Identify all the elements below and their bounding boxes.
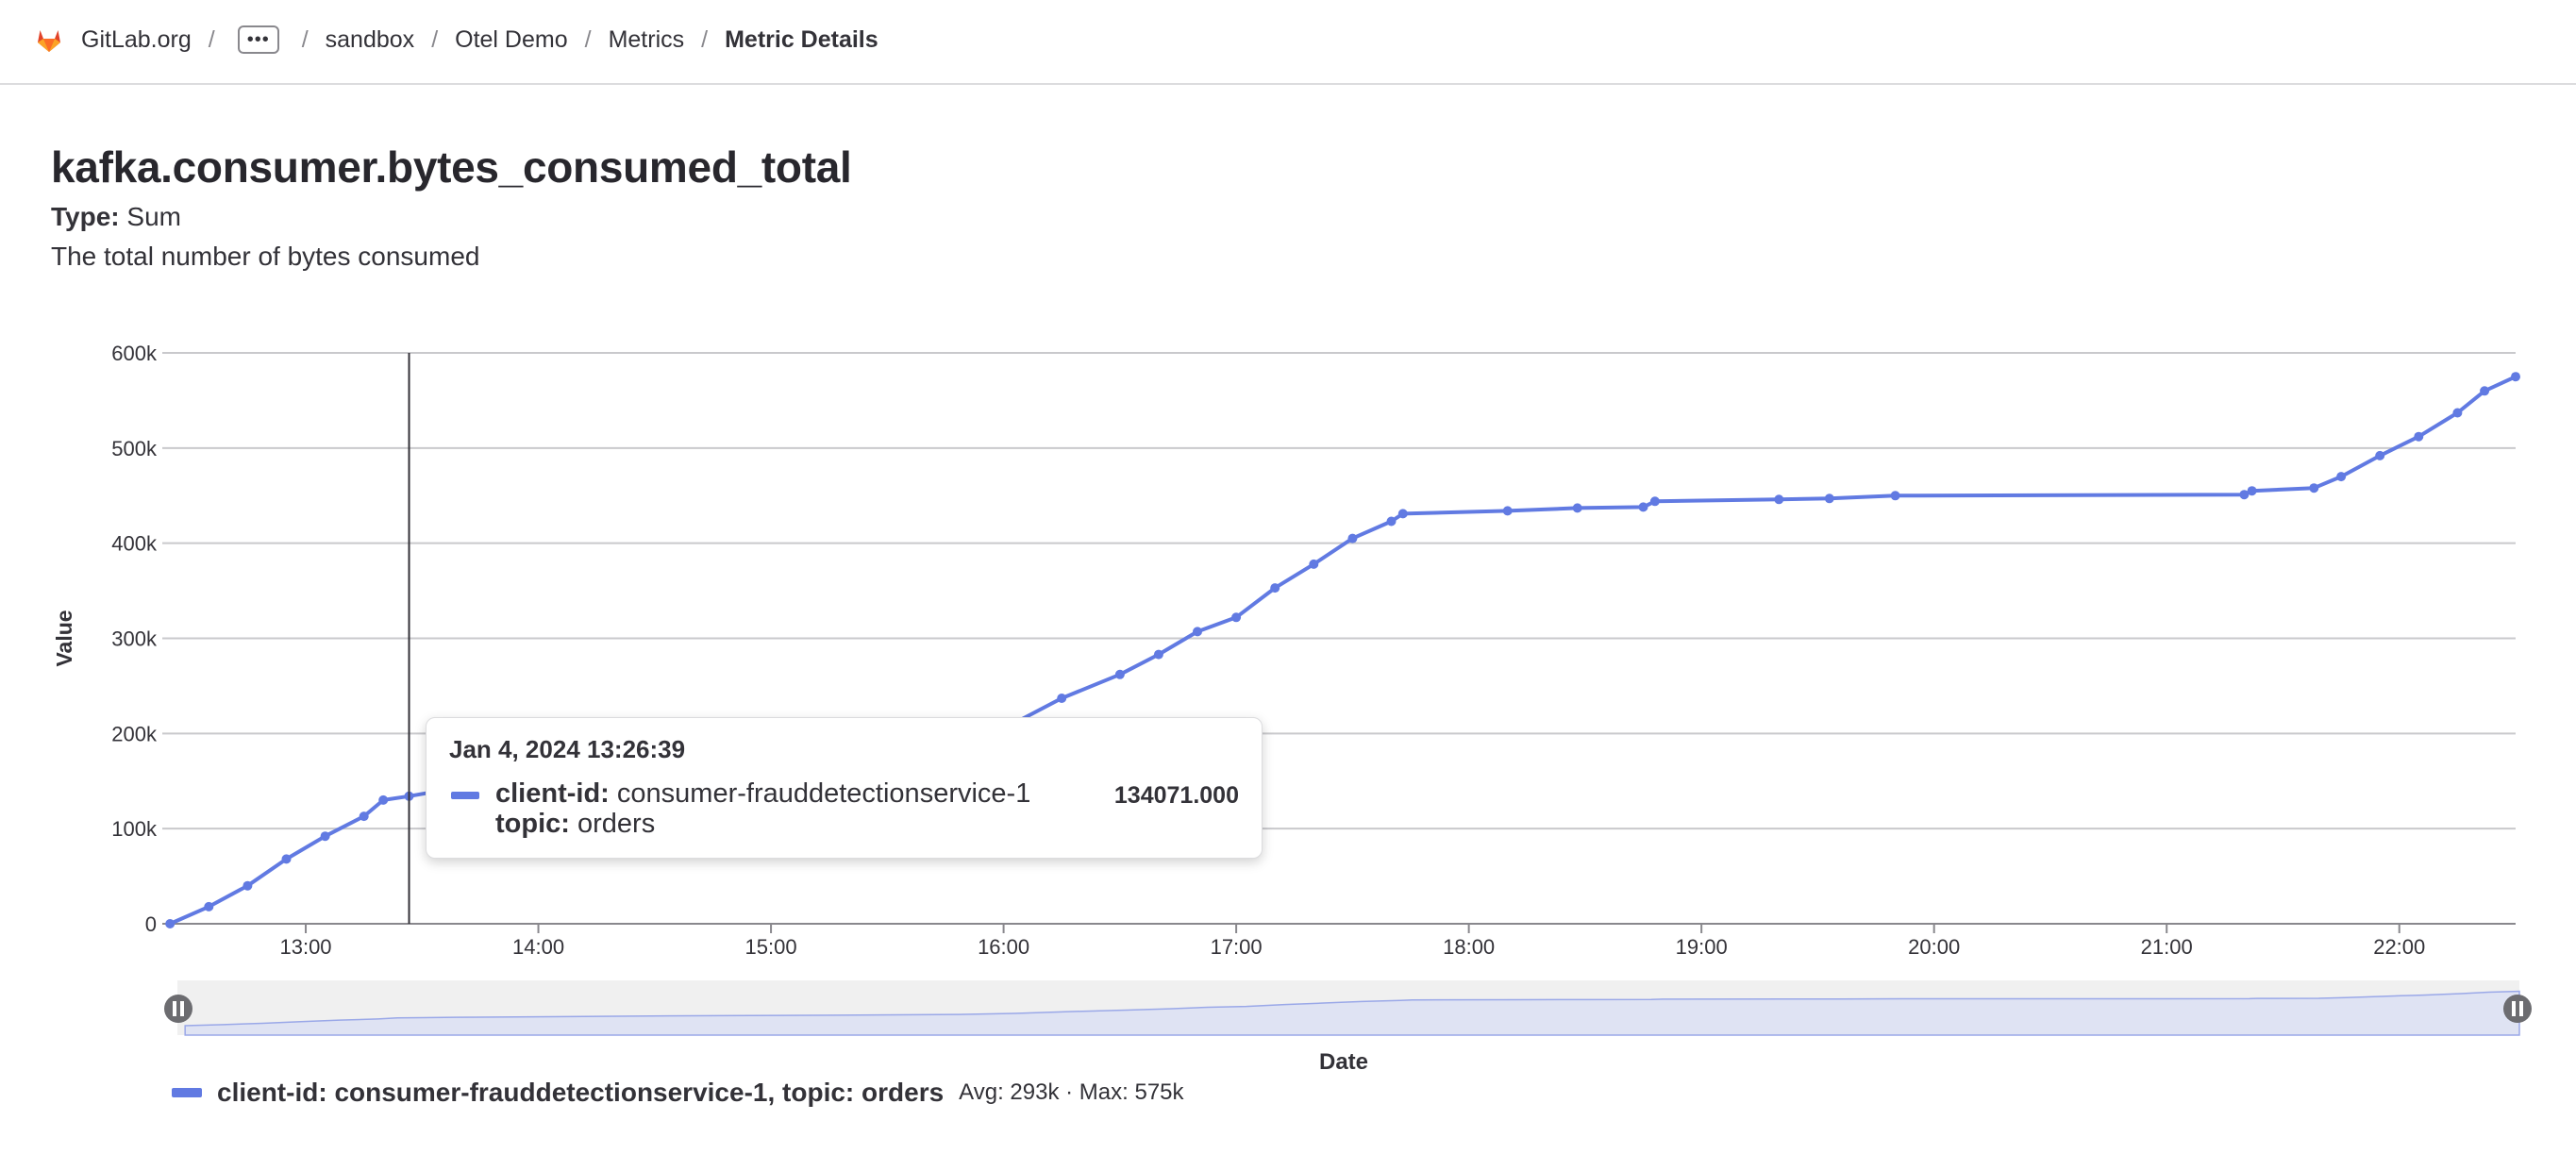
data-point[interactable] bbox=[1347, 533, 1358, 544]
legend-series-name[interactable]: client-id: consumer-frauddetectionservic… bbox=[217, 1078, 944, 1108]
zoom-handle-right[interactable] bbox=[2503, 995, 2532, 1023]
breadcrumb-sandbox-link[interactable]: sandbox bbox=[326, 26, 415, 54]
data-point[interactable] bbox=[359, 811, 369, 822]
breadcrumb-metrics-link[interactable]: Metrics bbox=[609, 26, 685, 54]
y-tick-label: 200k bbox=[111, 722, 158, 745]
data-point[interactable] bbox=[1114, 669, 1125, 679]
data-point[interactable] bbox=[1890, 491, 1900, 501]
data-point[interactable] bbox=[2247, 486, 2257, 496]
data-point[interactable] bbox=[2336, 472, 2347, 482]
zoom-handle-left[interactable] bbox=[164, 995, 192, 1023]
breadcrumb-more-button[interactable]: ••• bbox=[237, 25, 279, 54]
data-point[interactable] bbox=[1057, 694, 1067, 703]
gitlab-logo-icon[interactable] bbox=[34, 25, 64, 55]
breadcrumb-org-link[interactable]: GitLab.org bbox=[81, 26, 192, 54]
x-tick-label: 13:00 bbox=[279, 935, 331, 959]
x-tick-label: 16:00 bbox=[978, 935, 1029, 959]
data-point[interactable] bbox=[2414, 431, 2424, 442]
breadcrumb: GitLab.org / ••• / sandbox / Otel Demo /… bbox=[34, 23, 878, 57]
pause-icon bbox=[2503, 995, 2532, 1023]
data-point[interactable] bbox=[281, 854, 292, 864]
data-point[interactable] bbox=[1824, 493, 1834, 504]
data-point[interactable] bbox=[165, 919, 176, 928]
data-point[interactable] bbox=[1572, 503, 1582, 513]
metric-title: kafka.consumer.bytes_consumed_total bbox=[51, 142, 852, 192]
metric-chart[interactable]: 0 100k 200k 300k 400k 500k 600k 13:00 14:00 15:00… bbox=[0, 321, 2576, 1076]
tooltip-time: Jan 4, 2024 13:26:39 bbox=[449, 735, 686, 763]
y-tick-label: 500k bbox=[111, 437, 158, 460]
pause-icon-bar bbox=[180, 1001, 184, 1016]
data-point[interactable] bbox=[2511, 372, 2520, 382]
data-point[interactable] bbox=[1153, 649, 1163, 660]
data-point[interactable] bbox=[1231, 612, 1242, 623]
y-tick-label: 600k bbox=[111, 342, 158, 365]
data-point[interactable] bbox=[1502, 506, 1513, 516]
x-tick-label: 19:00 bbox=[1676, 935, 1728, 959]
metric-type-value: Sum bbox=[126, 202, 181, 231]
tooltip-value: 134071.000 bbox=[1113, 782, 1239, 809]
data-point[interactable] bbox=[2480, 386, 2490, 396]
chart-tooltip: Jan 4, 2024 13:26:39 client-id: consumer… bbox=[426, 717, 1263, 859]
breadcrumb-separator: / bbox=[431, 25, 439, 53]
pause-icon-bar bbox=[2512, 1001, 2516, 1016]
tooltip-topic: topic: orders bbox=[495, 809, 655, 840]
x-tick-label: 21:00 bbox=[2141, 935, 2193, 959]
y-tick-label: 400k bbox=[111, 532, 158, 556]
pause-icon bbox=[164, 995, 192, 1023]
breadcrumb-otel-demo-link[interactable]: Otel Demo bbox=[455, 26, 567, 54]
data-point[interactable] bbox=[1649, 496, 1660, 507]
tooltip-client-id: client-id: consumer-frauddetectionservic… bbox=[495, 778, 1030, 810]
data-point[interactable] bbox=[243, 880, 253, 891]
breadcrumb-current-page[interactable]: Metric Details bbox=[725, 26, 878, 54]
x-tick-label: 18:00 bbox=[1443, 935, 1495, 959]
x-tick-label: 20:00 bbox=[1908, 935, 1960, 959]
data-point[interactable] bbox=[1270, 583, 1280, 594]
data-point[interactable] bbox=[378, 794, 389, 805]
breadcrumb-separator: / bbox=[701, 25, 709, 53]
data-point[interactable] bbox=[1774, 494, 1784, 505]
breadcrumb-separator: / bbox=[208, 25, 215, 53]
breadcrumb-separator: / bbox=[301, 25, 309, 53]
data-point[interactable] bbox=[1309, 559, 1319, 569]
x-tick-label: 17:00 bbox=[1211, 935, 1263, 959]
tooltip-topic-value: orders bbox=[577, 809, 656, 839]
tooltip-series-swatch bbox=[451, 792, 479, 799]
data-point[interactable] bbox=[2452, 408, 2463, 418]
data-point[interactable] bbox=[320, 831, 330, 842]
y-tick-label: 0 bbox=[145, 912, 157, 936]
data-point[interactable] bbox=[1386, 516, 1397, 527]
tooltip-topic-label: topic: bbox=[495, 809, 570, 839]
y-axis-title: Value bbox=[52, 610, 76, 666]
x-axis-title: Date bbox=[1319, 1049, 1368, 1075]
chart-legend[interactable]: client-id: consumer-frauddetectionservic… bbox=[172, 1078, 1184, 1108]
data-point[interactable] bbox=[2309, 483, 2319, 493]
data-point[interactable] bbox=[204, 901, 214, 911]
data-point[interactable] bbox=[1193, 627, 1202, 637]
x-tick-label: 22:00 bbox=[2373, 935, 2425, 959]
pause-icon-bar bbox=[173, 1001, 176, 1016]
y-tick-label: 300k bbox=[111, 627, 158, 651]
tooltip-client-label: client-id: bbox=[495, 778, 610, 809]
metric-type-label: Type: bbox=[51, 202, 120, 231]
x-tick-label: 14:00 bbox=[512, 935, 564, 959]
legend-series-stats: Avg: 293k · Max: 575k bbox=[959, 1079, 1184, 1105]
x-tick-label: 15:00 bbox=[745, 935, 797, 959]
top-bar: GitLab.org / ••• / sandbox / Otel Demo /… bbox=[0, 0, 2576, 85]
legend-series-swatch[interactable] bbox=[172, 1088, 202, 1097]
data-point[interactable] bbox=[2375, 450, 2385, 460]
breadcrumb-separator: / bbox=[584, 25, 592, 53]
metric-description: The total number of bytes consumed bbox=[51, 242, 480, 271]
data-point[interactable] bbox=[1638, 502, 1648, 512]
pause-icon-bar bbox=[2519, 1001, 2523, 1016]
metric-type: Type: Sum bbox=[51, 202, 181, 232]
y-tick-label: 100k bbox=[111, 817, 158, 841]
tooltip-client-value: consumer-frauddetectionservice-1 bbox=[616, 778, 1031, 809]
data-point[interactable] bbox=[1397, 509, 1408, 519]
